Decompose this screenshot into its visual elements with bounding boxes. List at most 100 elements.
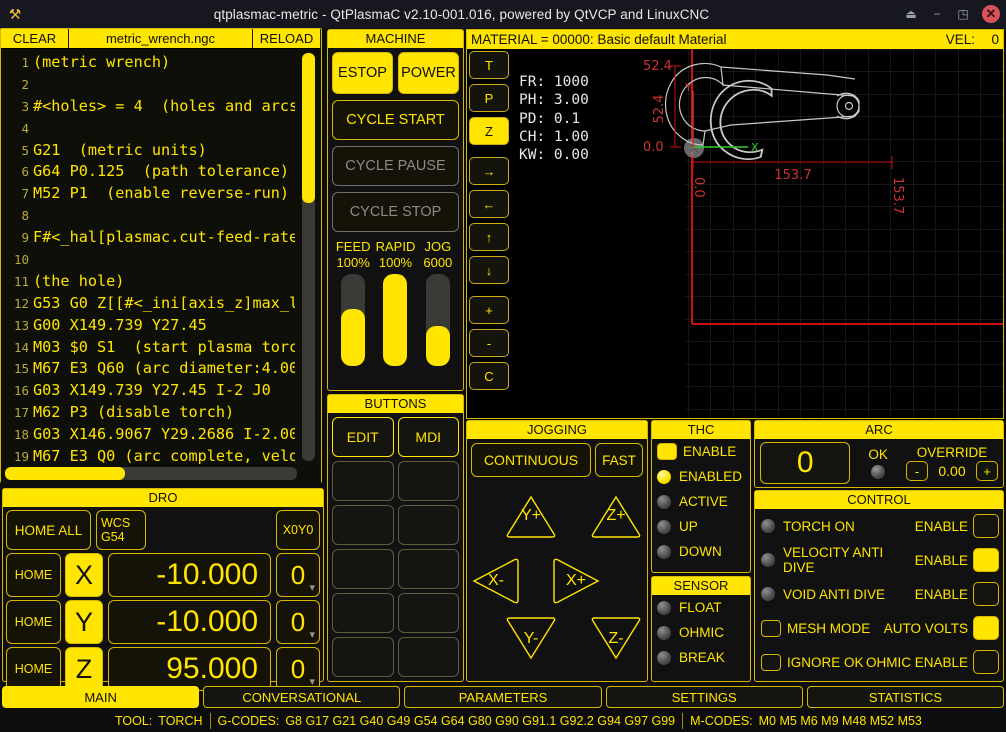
user-button-empty-8[interactable] [332, 593, 394, 633]
cycle-stop-button[interactable]: CYCLE STOP [332, 192, 459, 232]
zoom-out-button[interactable]: - [469, 329, 509, 357]
slider-track[interactable] [425, 274, 450, 366]
slider-jog[interactable] [417, 274, 459, 366]
tab-main[interactable]: MAIN [2, 686, 200, 708]
control-toggle[interactable] [973, 616, 999, 640]
dro-selector-y[interactable]: 0 ▾ [276, 600, 320, 644]
user-button-empty-4[interactable] [332, 505, 394, 545]
arc-override-label: OVERRIDE [916, 445, 988, 460]
maximize-window-button[interactable]: ◳ [950, 0, 976, 28]
dro-value-y[interactable]: -10.000 [108, 600, 271, 644]
gcode-lines: 1 (metric wrench) 2 3 #<holes> = 4 (holes an… [1, 49, 295, 465]
axis-label-z[interactable]: Z [65, 647, 103, 691]
axis-label-y[interactable]: Y [65, 600, 103, 644]
jog-mode-button[interactable]: CONTINUOUS [471, 443, 591, 477]
user-button-empty-2[interactable] [332, 461, 394, 501]
gcode-line-number: 15 [13, 361, 29, 377]
control-toggle[interactable] [973, 514, 999, 538]
dro-value-x[interactable]: -10.000 [108, 553, 271, 597]
tab-conversational[interactable]: CONVERSATIONAL [203, 686, 401, 708]
arc-override-minus-button[interactable]: - [906, 461, 928, 481]
user-button-empty-5[interactable] [397, 505, 459, 545]
user-button-empty-7[interactable] [397, 549, 459, 589]
home-z-button[interactable]: HOME [6, 647, 61, 691]
wcs-selector-button[interactable]: WCS G54 [96, 510, 146, 550]
pan-left-button[interactable]: ← [469, 190, 509, 218]
user-button-empty-3[interactable] [397, 461, 459, 501]
tab-statistics[interactable]: STATISTICS [806, 686, 1005, 708]
arc-override-plus-button[interactable]: + [976, 461, 998, 481]
clear-view-button[interactable]: C [469, 362, 509, 390]
jogging-panel: JOGGING CONTINUOUS FAST Y+ Z+ X- X+ Y- Z… [466, 420, 648, 682]
slider-track[interactable] [341, 274, 366, 366]
thc-enable-checkbox[interactable] [657, 443, 677, 460]
control-toggle[interactable] [973, 548, 999, 572]
dro-selector-z[interactable]: 0 ▾ [276, 647, 320, 691]
dro-selector-x[interactable]: 0 ▾ [276, 553, 320, 597]
gcode-text-area[interactable]: 1 (metric wrench) 2 3 #<holes> = 4 (holes an… [1, 49, 321, 483]
maximize-icon: ◳ [957, 7, 969, 21]
jog-x-minus-button[interactable]: X- [469, 558, 523, 604]
zero-xy-button[interactable]: X0Y0 [276, 510, 320, 550]
cycle-pause-button[interactable]: CYCLE PAUSE [332, 146, 459, 186]
preview-body[interactable]: T P Z → ← ↑ ↓ + - C FR: 1000 PH: 3.00 PD: 0.1 CH:… [467, 49, 1003, 418]
tab-parameters[interactable]: PARAMETERS [404, 686, 602, 708]
editor-horizontal-scrollbar[interactable] [5, 467, 297, 480]
user-button-empty-6[interactable] [332, 549, 394, 589]
estop-button[interactable]: ESTOP [332, 52, 393, 94]
control-row-torch-on: TORCH ON ENABLE [755, 509, 1003, 543]
plot-svg: X Y 52.4 0.0 52.4 153.7 0.0 153.7 [643, 49, 1003, 418]
editor-vertical-scroll-thumb[interactable] [302, 53, 315, 203]
dro-value-z[interactable]: 95.000 [108, 647, 271, 691]
editor-horizontal-scroll-thumb[interactable] [5, 467, 125, 480]
loaded-file-name[interactable]: metric_wrench.ngc [69, 29, 253, 48]
view-t-button[interactable]: T [469, 51, 509, 79]
jog-x-plus-button[interactable]: X+ [549, 558, 603, 604]
control-row-ignore-ok: IGNORE OK OHMIC ENABLE [755, 645, 1003, 679]
view-z-button[interactable]: Z [469, 117, 509, 145]
material-text[interactable]: MATERIAL = 00000: Basic default Material [471, 32, 946, 47]
editor-vertical-scrollbar[interactable] [302, 53, 315, 461]
slider-name: JOG [424, 239, 452, 254]
gcode-plot-area[interactable]: X Y 52.4 0.0 52.4 153.7 0.0 153.7 [643, 49, 1003, 418]
home-all-button[interactable]: HOME ALL [6, 510, 91, 550]
control-toggle[interactable] [973, 582, 999, 606]
arc-title: ARC [755, 421, 1003, 439]
pan-down-button[interactable]: ↓ [469, 256, 509, 284]
velocity-value: 0 [991, 32, 999, 47]
gcode-line-text: M52 P1 (enable reverse-run) [33, 184, 290, 203]
tab-settings[interactable]: SETTINGS [605, 686, 803, 708]
user-button-empty-11[interactable] [397, 637, 459, 677]
jog-z-minus-button[interactable]: Z- [589, 616, 643, 662]
mcodes-value: M0 M5 M6 M9 M48 M52 M53 [758, 714, 922, 728]
pan-right-button[interactable]: → [469, 157, 509, 185]
slider-track[interactable] [383, 274, 408, 366]
cycle-start-button[interactable]: CYCLE START [332, 100, 459, 140]
shade-window-button[interactable]: ⏏ [898, 0, 924, 28]
axis-label-x[interactable]: X [65, 553, 103, 597]
zoom-in-button[interactable]: + [469, 296, 509, 324]
slider-rapid[interactable] [374, 274, 416, 366]
pan-up-button[interactable]: ↑ [469, 223, 509, 251]
user-button-empty-9[interactable] [397, 593, 459, 633]
home-x-button[interactable]: HOME [6, 553, 61, 597]
jog-y-plus-button[interactable]: Y+ [504, 493, 558, 539]
clear-button[interactable]: CLEAR [1, 29, 69, 48]
jog-speed-button[interactable]: FAST [595, 443, 643, 477]
jog-y-minus-button[interactable]: Y- [504, 616, 558, 662]
jog-z-plus-button[interactable]: Z+ [589, 493, 643, 539]
user-button-edit[interactable]: EDIT [332, 417, 394, 457]
thc-enable-row[interactable]: ENABLE [652, 439, 750, 464]
minimize-window-button[interactable]: − [924, 0, 950, 28]
power-button[interactable]: POWER [398, 52, 459, 94]
close-window-button[interactable]: ✕ [976, 0, 1006, 28]
reload-button[interactable]: RELOAD [253, 29, 321, 48]
user-button-mdi[interactable]: MDI [397, 417, 459, 457]
control-toggle[interactable] [973, 650, 999, 674]
control-checkbox[interactable] [761, 653, 781, 671]
control-checkbox[interactable] [761, 619, 781, 637]
slider-feed[interactable] [332, 274, 374, 366]
view-p-button[interactable]: P [469, 84, 509, 112]
user-button-empty-10[interactable] [332, 637, 394, 677]
home-y-button[interactable]: HOME [6, 600, 61, 644]
